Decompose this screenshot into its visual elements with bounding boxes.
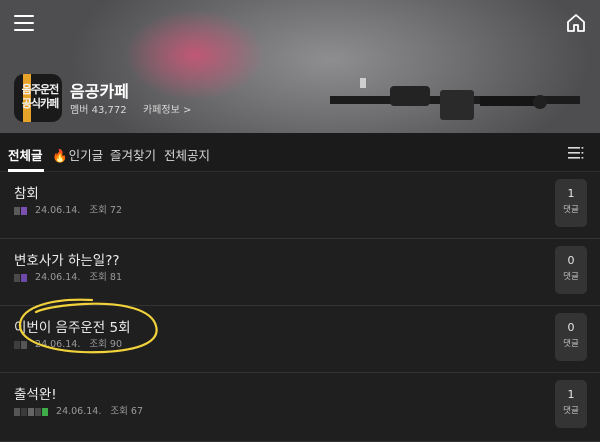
comment-count-button[interactable]: 0 댓글	[555, 313, 587, 361]
turntable-tonearm-image	[330, 78, 580, 120]
comment-count: 0	[567, 254, 575, 267]
member-count: 43,772	[91, 105, 127, 116]
tab-favorites[interactable]: 즐겨찾기	[110, 145, 156, 164]
views-count: 81	[109, 272, 122, 283]
post-meta: 24.06.14. 조회 81	[14, 269, 122, 283]
post-date: 24.06.14.	[35, 272, 81, 283]
comment-count-button[interactable]: 1 댓글	[555, 380, 587, 428]
hamburger-menu-icon[interactable]	[14, 15, 34, 33]
cafe-banner: 음주운전 공식카페 음공카페 멤버 43,772 카페정보 >	[0, 0, 600, 133]
post-title: 변호사가 하는일??	[14, 253, 120, 269]
comment-label: 댓글	[563, 205, 579, 215]
views-label: 조회	[89, 339, 107, 350]
tab-popular-label: 인기글	[68, 148, 104, 163]
cafe-info-link[interactable]: 카페정보 >	[143, 105, 191, 116]
post-date: 24.06.14.	[56, 406, 102, 417]
views-count: 72	[109, 205, 122, 216]
tab-all-posts[interactable]: 전체글	[8, 145, 43, 164]
post-item[interactable]: 변호사가 하는일?? 24.06.14. 조회 81 0 댓글	[0, 239, 600, 306]
tab-popular[interactable]: 🔥인기글	[52, 145, 103, 164]
comment-count-button[interactable]: 1 댓글	[555, 179, 587, 227]
author-avatar-blurred	[14, 340, 28, 350]
comment-label: 댓글	[563, 406, 579, 416]
cafe-name: 음공카페	[70, 82, 129, 101]
member-label: 멤버	[70, 105, 89, 116]
logo-line-1: 음주운전	[21, 83, 59, 96]
author-avatar-blurred	[14, 407, 49, 417]
post-title: 이번이 음주운전 5회	[14, 320, 131, 336]
post-title: 출석완!	[14, 387, 57, 403]
author-avatar-blurred	[14, 206, 28, 216]
comment-label: 댓글	[563, 272, 579, 282]
post-meta: 24.06.14. 조회 67	[14, 403, 143, 417]
board-tabs: 전체글 🔥인기글 즐겨찾기 전체공지	[0, 133, 600, 172]
tab-notices[interactable]: 전체공지	[164, 145, 210, 164]
post-meta: 24.06.14. 조회 90	[14, 336, 122, 350]
post-title: 참회	[14, 186, 39, 202]
comment-count: 0	[567, 321, 575, 334]
logo-text: 음주운전 공식카페	[20, 83, 60, 111]
comment-label: 댓글	[563, 339, 579, 349]
views-label: 조회	[110, 406, 128, 417]
post-meta: 24.06.14. 조회 72	[14, 202, 122, 216]
logo-line-2: 공식카페	[21, 97, 59, 110]
list-view-icon[interactable]	[568, 146, 584, 160]
post-item[interactable]: 이번이 음주운전 5회 24.06.14. 조회 90 0 댓글	[0, 306, 600, 373]
comment-count: 1	[567, 187, 575, 200]
views-label: 조회	[89, 272, 107, 283]
cafe-logo[interactable]: 음주운전 공식카페	[14, 74, 62, 122]
post-item[interactable]: 참회 24.06.14. 조회 72 1 댓글	[0, 172, 600, 239]
comment-count: 1	[567, 388, 575, 401]
views-count: 90	[109, 339, 122, 350]
views-label: 조회	[89, 205, 107, 216]
post-date: 24.06.14.	[35, 339, 81, 350]
views-count: 67	[130, 406, 143, 417]
home-icon[interactable]	[565, 12, 587, 34]
post-date: 24.06.14.	[35, 205, 81, 216]
comment-count-button[interactable]: 0 댓글	[555, 246, 587, 294]
author-avatar-blurred	[14, 273, 28, 283]
post-item[interactable]: 출석완! 24.06.14. 조회 67 1 댓글	[0, 373, 600, 442]
fire-icon: 🔥	[52, 148, 68, 163]
cafe-meta: 멤버 43,772 카페정보 >	[70, 101, 191, 116]
